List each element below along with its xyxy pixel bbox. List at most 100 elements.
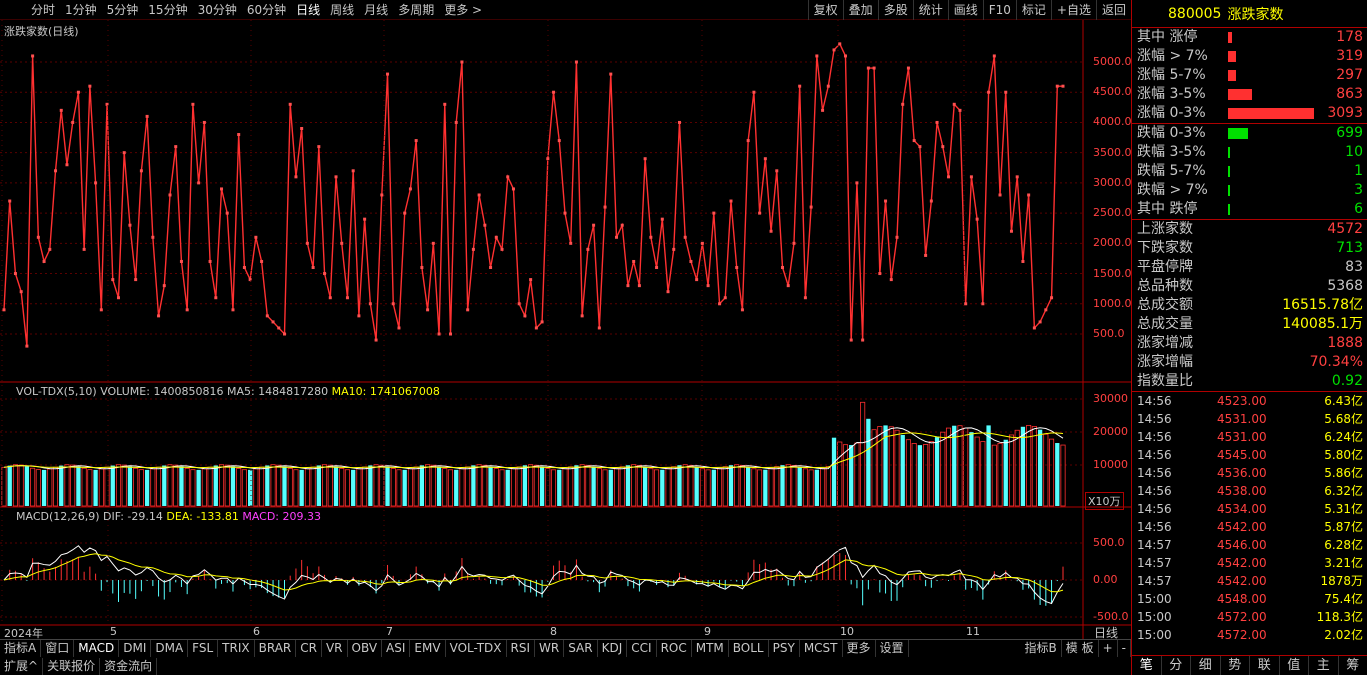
- vol-ytick-label: 20000: [1093, 425, 1128, 438]
- indicator-tab-25[interactable]: 设置: [876, 640, 909, 657]
- indicator-tab-1[interactable]: 窗口: [41, 640, 75, 657]
- indicator-tab-16[interactable]: SAR: [564, 640, 598, 657]
- action-button-1[interactable]: 叠加: [842, 0, 878, 20]
- volume-bar-48: [276, 464, 282, 507]
- breadth-point-128: [735, 266, 739, 270]
- breadth-point-41: [237, 133, 241, 137]
- indicator-tab-22[interactable]: PSY: [769, 640, 800, 657]
- indicator-tab-17[interactable]: KDJ: [598, 640, 628, 657]
- breadth-value: 1: [1354, 163, 1363, 179]
- indicator-tab-3[interactable]: DMI: [119, 640, 152, 657]
- indicator-tab-12[interactable]: EMV: [410, 640, 446, 657]
- breadth-point-159: [912, 139, 916, 143]
- indicator-tab-4[interactable]: DMA: [151, 640, 189, 657]
- period-tab-10[interactable]: 更多 >: [439, 1, 487, 18]
- breadth-point-116: [666, 290, 670, 294]
- volume-bar-115: [660, 469, 665, 506]
- right-tab-3[interactable]: 势: [1221, 656, 1250, 675]
- period-tab-9[interactable]: 多周期: [393, 1, 439, 18]
- action-button-8[interactable]: 返回: [1095, 0, 1131, 20]
- indicator-tab-9[interactable]: VR: [322, 640, 348, 657]
- breadth-point-153: [878, 272, 882, 276]
- indicator-right-button-0[interactable]: 指标B: [1021, 640, 1062, 657]
- indicator-tab-13[interactable]: VOL-TDX: [446, 640, 507, 657]
- breadth-point-112: [643, 157, 647, 161]
- indicator-tab-10[interactable]: OBV: [348, 640, 383, 657]
- breadth-point-122: [700, 241, 704, 245]
- stat-row: 涨家增幅 70.34%: [1132, 353, 1367, 372]
- period-tab-1[interactable]: 1分钟: [60, 1, 102, 18]
- indicator-right-button-2[interactable]: +: [1099, 640, 1118, 657]
- period-tab-6[interactable]: 日线: [291, 1, 325, 18]
- volume-bar-51: [293, 469, 299, 507]
- indicator-tab-14[interactable]: RSI: [507, 640, 536, 657]
- action-button-5[interactable]: F10: [982, 0, 1016, 20]
- volume-bar-53: [304, 468, 310, 507]
- volume-bar-29: [167, 464, 173, 507]
- right-tab-7[interactable]: 筹: [1339, 656, 1367, 675]
- breadth-point-26: [151, 235, 155, 239]
- indicator-tab-15[interactable]: WR: [535, 640, 565, 657]
- volume-bar-150: [860, 401, 866, 507]
- volume-bar-116: [665, 468, 671, 507]
- period-tab-5[interactable]: 60分钟: [242, 1, 291, 18]
- tick-time: 15:00: [1137, 592, 1172, 606]
- volume-bar-133: [763, 469, 768, 506]
- indicator-tab-2[interactable]: MACD: [74, 640, 120, 657]
- bottom-bar-button-1[interactable]: 关联报价: [43, 657, 101, 675]
- volume-bar-31: [179, 466, 184, 506]
- volume-bar-125: [716, 468, 723, 507]
- tick-time: 14:56: [1137, 502, 1172, 516]
- indicator-tab-24[interactable]: 更多: [843, 640, 876, 657]
- volume-bar-147: [842, 444, 849, 507]
- bottom-bar-button-2[interactable]: 资金流向: [100, 657, 158, 675]
- breadth-point-156: [895, 235, 899, 239]
- breadth-label: 跌幅 5-7%: [1137, 163, 1206, 179]
- action-button-3[interactable]: 统计: [912, 0, 948, 20]
- volume-bar-174: [997, 443, 1003, 507]
- bottom-bar-button-0[interactable]: 扩展^: [0, 657, 44, 675]
- period-tab-4[interactable]: 30分钟: [193, 1, 242, 18]
- right-tab-0[interactable]: 笔: [1132, 656, 1162, 675]
- indicator-tab-11[interactable]: ASI: [382, 640, 411, 657]
- period-tab-2[interactable]: 5分钟: [102, 1, 144, 18]
- right-tab-2[interactable]: 细: [1191, 656, 1221, 675]
- indicator-tab-21[interactable]: BOLL: [729, 640, 769, 657]
- date-label: 6: [253, 625, 260, 638]
- indicator-tab-18[interactable]: CCI: [627, 640, 657, 657]
- volume-bar-63: [362, 466, 368, 507]
- right-tab-6[interactable]: 主: [1309, 656, 1339, 675]
- indicator-right-button-1[interactable]: 模 板: [1062, 640, 1099, 657]
- action-button-4[interactable]: 画线: [947, 0, 983, 20]
- right-tab-5[interactable]: 值: [1280, 656, 1309, 675]
- volume-bar-5: [30, 467, 36, 507]
- volume-bar-158: [905, 439, 911, 507]
- volume-bar-4: [24, 466, 30, 506]
- indicator-right-button-3[interactable]: -: [1118, 640, 1131, 657]
- indicator-tab-23[interactable]: MCST: [800, 640, 843, 657]
- action-button-2[interactable]: 多股: [877, 0, 913, 20]
- volume-bar-87: [499, 469, 505, 507]
- action-button-0[interactable]: 复权: [807, 0, 843, 20]
- period-tab-0[interactable]: 分时: [26, 1, 60, 18]
- stat-value: 1888: [1327, 335, 1363, 351]
- indicator-tab-0[interactable]: 指标A: [0, 640, 42, 657]
- indicator-tab-19[interactable]: ROC: [657, 640, 692, 657]
- tick-amount: 5.68亿: [1324, 412, 1363, 426]
- right-tab-1[interactable]: 分: [1162, 656, 1191, 675]
- stat-label: 平盘停牌: [1137, 259, 1193, 275]
- action-button-7[interactable]: +自选: [1050, 0, 1096, 20]
- period-tab-7[interactable]: 周线: [325, 1, 359, 18]
- right-tab-4[interactable]: 联: [1250, 656, 1280, 675]
- indicator-tab-8[interactable]: CR: [296, 640, 322, 657]
- indicator-tab-5[interactable]: FSL: [188, 640, 219, 657]
- action-button-6[interactable]: 标记: [1015, 0, 1051, 20]
- indicator-tab-20[interactable]: MTM: [692, 640, 729, 657]
- period-tab-8[interactable]: 月线: [359, 1, 393, 18]
- indicator-tab-6[interactable]: TRIX: [218, 640, 255, 657]
- volume-bar-47: [270, 464, 276, 507]
- breadth-point-0: [2, 308, 6, 312]
- tick-time: 14:56: [1137, 484, 1172, 498]
- indicator-tab-7[interactable]: BRAR: [255, 640, 297, 657]
- period-tab-3[interactable]: 15分钟: [143, 1, 192, 18]
